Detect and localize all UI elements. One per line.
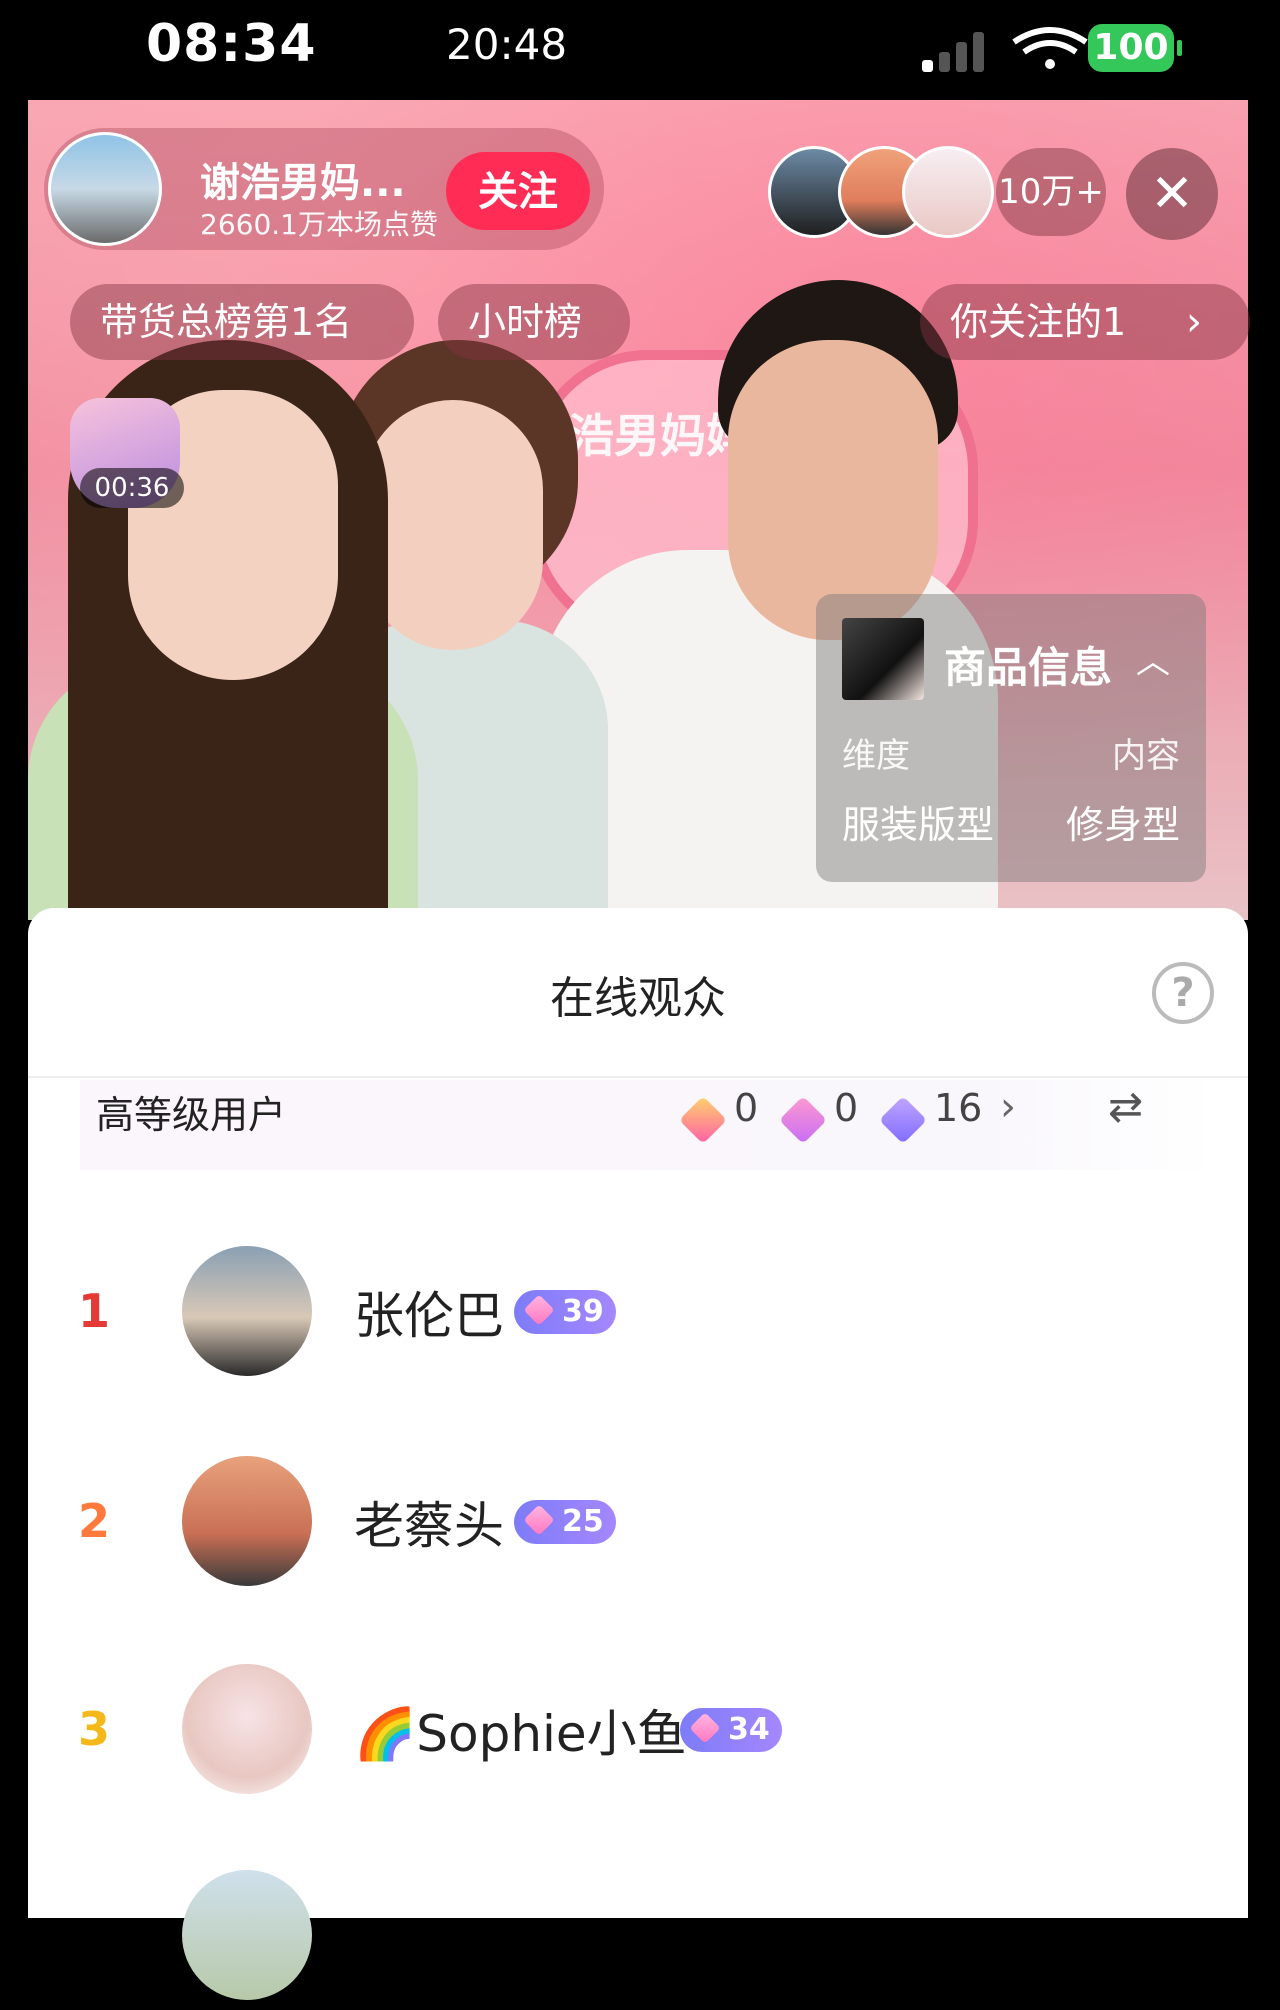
- hourly-rank-pill[interactable]: 小时榜: [438, 284, 630, 360]
- follow-button[interactable]: 关注: [446, 152, 590, 230]
- divider: [28, 1076, 1248, 1078]
- product-attr-value: 修身型: [1065, 803, 1180, 847]
- product-attr-header: 维度: [842, 736, 910, 776]
- level-badge: 34: [680, 1708, 782, 1752]
- sales-rank-pill[interactable]: 带货总榜第1名: [70, 284, 414, 360]
- following-pill[interactable]: 你关注的1 ›: [920, 284, 1250, 360]
- status-time-secondary: 20:48: [446, 20, 568, 69]
- chevron-right-icon[interactable]: ›: [1000, 1084, 1016, 1130]
- battery-indicator: 100: [1088, 24, 1182, 72]
- user-name[interactable]: 张伦巴: [354, 1276, 504, 1348]
- host-avatar[interactable]: [48, 132, 162, 246]
- viewer-count[interactable]: 10万+: [996, 148, 1106, 236]
- help-icon[interactable]: ?: [1152, 962, 1214, 1024]
- rank-number: 2: [78, 1494, 111, 1548]
- wifi-icon: [1012, 27, 1088, 69]
- close-icon[interactable]: ✕: [1126, 148, 1218, 240]
- gem-icon: [523, 1504, 555, 1536]
- rank-number: 3: [78, 1702, 111, 1756]
- pink-gem-count: 0: [834, 1086, 859, 1130]
- audience-row[interactable]: 3 🌈Sophie小鱼 34: [28, 1664, 1248, 1804]
- level-number: 25: [562, 1504, 604, 1539]
- user-name[interactable]: 老蔡头: [354, 1486, 504, 1558]
- gem-icon: [689, 1712, 721, 1744]
- presenter-2-face: [363, 400, 543, 650]
- high-level-users-label: 高等级用户: [96, 1093, 287, 1137]
- avatar[interactable]: [182, 1456, 312, 1586]
- host-likes: 2660.1万本场点赞: [200, 208, 438, 241]
- status-time: 08:34: [146, 14, 317, 74]
- product-thumbnail[interactable]: [842, 618, 924, 700]
- product-card-title: 商品信息: [944, 643, 1113, 692]
- rank-number: 1: [78, 1284, 111, 1338]
- user-name[interactable]: 🌈Sophie小鱼: [354, 1694, 687, 1766]
- host-name[interactable]: 谢浩男妈...: [200, 150, 406, 208]
- swap-icon[interactable]: ⇄: [1108, 1082, 1143, 1131]
- level-number: 39: [562, 1294, 604, 1329]
- avatar[interactable]: [182, 1664, 312, 1794]
- panel-title: 在线观众: [550, 973, 726, 1024]
- level-badge: 39: [514, 1290, 616, 1334]
- product-value-header: 内容: [1112, 736, 1180, 776]
- audience-row[interactable]: 2 老蔡头 25: [28, 1456, 1248, 1596]
- chevron-up-icon[interactable]: ︿: [1136, 634, 1170, 683]
- avatar[interactable]: [182, 1246, 312, 1376]
- crown-gem-count: 0: [734, 1086, 759, 1130]
- audience-row[interactable]: [28, 1870, 1248, 2010]
- product-attr-name: 服装版型: [842, 803, 995, 847]
- level-number: 34: [728, 1712, 770, 1747]
- online-audience-panel: 在线观众 ? 高等级用户 0 0 16 › ⇄ 1 张伦巴 39 2 老蔡头 2…: [28, 908, 1248, 2000]
- product-info-card[interactable]: 商品信息 ︿ 维度 内容 服装版型 修身型: [816, 594, 1206, 882]
- chevron-right-icon: ›: [1186, 299, 1202, 345]
- status-bar: 08:34 20:48 100: [0, 0, 1280, 100]
- avatar[interactable]: [182, 1870, 312, 2000]
- signal-icon: [922, 30, 990, 72]
- purple-gem-count: 16: [934, 1086, 983, 1130]
- gem-icon: [523, 1294, 555, 1326]
- following-pill-label: 你关注的1: [950, 300, 1127, 344]
- top-viewer-avatar-3[interactable]: [902, 146, 994, 238]
- audience-row[interactable]: 1 张伦巴 39: [28, 1246, 1248, 1386]
- lucky-bag-timer: 00:36: [80, 468, 184, 508]
- level-badge: 25: [514, 1500, 616, 1544]
